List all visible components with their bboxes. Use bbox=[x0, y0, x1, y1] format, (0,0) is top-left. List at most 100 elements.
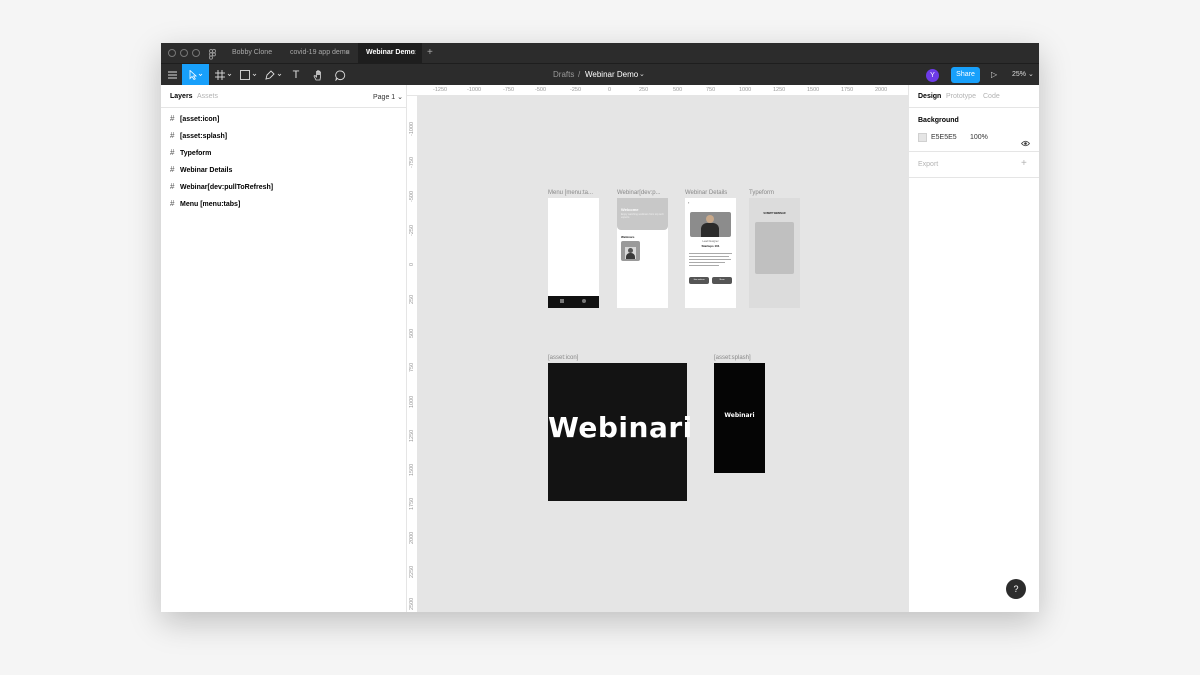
background-swatch[interactable] bbox=[918, 133, 927, 142]
ruler-tick: 750 bbox=[706, 87, 716, 93]
text-line bbox=[689, 253, 732, 254]
text-tool-button[interactable]: T bbox=[288, 64, 304, 86]
avatar[interactable]: Y bbox=[926, 69, 939, 82]
tab-code[interactable]: Code bbox=[983, 93, 1000, 100]
ruler-tick: 2250 bbox=[409, 565, 415, 578]
frame-label-webinar[interactable]: Webinar[dev:p... bbox=[617, 190, 661, 196]
breadcrumb-separator: / bbox=[578, 70, 581, 79]
new-tab-button[interactable]: + bbox=[427, 43, 433, 63]
comment-tool-button[interactable] bbox=[332, 64, 348, 86]
background-hex-input[interactable]: E5E5E5 bbox=[931, 134, 957, 141]
speaker-body bbox=[626, 253, 635, 259]
frame-icon: # bbox=[170, 199, 175, 208]
layer-item-asset-icon[interactable]: # [asset:icon] bbox=[170, 113, 219, 125]
hamburger-icon bbox=[167, 71, 177, 79]
frame-label-icon[interactable]: [asset:icon] bbox=[548, 355, 578, 361]
layer-label: [asset:splash] bbox=[180, 133, 228, 140]
speaker-face bbox=[706, 215, 714, 223]
tab-bobby-clone[interactable]: Bobby Clone bbox=[224, 43, 280, 63]
maximize-window-button[interactable] bbox=[192, 49, 200, 57]
frame-tool-button[interactable] bbox=[213, 64, 235, 86]
add-export-button[interactable]: + bbox=[1021, 158, 1027, 169]
frame-typeform[interactable]: SUBMIT WEBINAR bbox=[749, 198, 800, 308]
frame-asset-splash[interactable]: Webinari bbox=[714, 363, 765, 473]
ruler-tick: 1750 bbox=[409, 497, 415, 510]
help-button[interactable]: ? bbox=[1006, 579, 1026, 599]
ruler-tick: 500 bbox=[673, 87, 683, 93]
close-window-button[interactable] bbox=[168, 49, 176, 57]
app-logo-text: Webinari bbox=[548, 411, 693, 444]
frame-label-typeform[interactable]: Typeform bbox=[749, 190, 774, 196]
toolbar: T Drafts / Webinar Demo ⌄ Y Share ▷ 25% … bbox=[161, 63, 1039, 86]
present-button[interactable]: ▷ bbox=[991, 64, 997, 86]
frame-webinar[interactable]: Welcome Enjoy watching webinars from top… bbox=[617, 198, 668, 308]
share-webinar-button: Share bbox=[712, 277, 732, 284]
layer-item-menu-tabs[interactable]: # Menu [menu:tabs] bbox=[170, 198, 240, 210]
page-selector[interactable]: Page 1 ⌄ bbox=[373, 93, 403, 101]
frame-label-splash[interactable]: [asset:splash] bbox=[714, 355, 751, 361]
welcome-title: Welcome bbox=[621, 207, 639, 212]
ruler-tick: 1000 bbox=[739, 87, 752, 93]
background-opacity-input[interactable]: 100% bbox=[970, 134, 988, 141]
tab-prototype[interactable]: Prototype bbox=[946, 93, 976, 100]
ruler-tick: -500 bbox=[409, 190, 415, 202]
background-heading: Background bbox=[918, 117, 959, 124]
vertical-ruler: -1000 -750 -500 -250 0 250 500 750 1000 … bbox=[407, 96, 418, 612]
file-name[interactable]: Webinar Demo bbox=[585, 64, 638, 86]
ruler-tick: 1750 bbox=[841, 87, 854, 93]
close-tab-icon[interactable]: × bbox=[411, 43, 416, 63]
frame-asset-icon[interactable]: Webinari bbox=[548, 363, 693, 501]
frame-webinar-details[interactable]: ‹ Lead Designer Startups 101 Join webina… bbox=[685, 198, 736, 308]
ruler-tick: 0 bbox=[608, 87, 612, 93]
eye-icon[interactable] bbox=[1020, 134, 1031, 152]
ruler-tick: 250 bbox=[639, 87, 649, 93]
frame-label-menu[interactable]: Menu [menu:ta... bbox=[548, 190, 593, 196]
ruler-tick: 1250 bbox=[773, 87, 786, 93]
layer-label: Typeform bbox=[180, 150, 212, 157]
divider bbox=[909, 177, 1039, 178]
share-button[interactable]: Share bbox=[951, 67, 980, 83]
speaker-role: Lead Designer bbox=[702, 240, 719, 243]
speaker-photo bbox=[690, 212, 731, 237]
layer-item-typeform[interactable]: # Typeform bbox=[170, 147, 211, 159]
layer-item-asset-splash[interactable]: # [asset:splash] bbox=[170, 130, 227, 142]
frame-label-details[interactable]: Webinar Details bbox=[685, 190, 727, 196]
hand-tool-button[interactable] bbox=[310, 64, 326, 86]
close-tab-icon[interactable]: × bbox=[345, 43, 350, 63]
pen-tool-button[interactable] bbox=[263, 64, 285, 86]
ruler-tick: 750 bbox=[409, 362, 415, 372]
ruler-tick: -250 bbox=[409, 224, 415, 236]
minimize-window-button[interactable] bbox=[180, 49, 188, 57]
tab-layers[interactable]: Layers bbox=[170, 93, 193, 100]
ruler-tick: -1250 bbox=[433, 87, 448, 93]
zoom-menu[interactable]: 25% ⌄ bbox=[1012, 64, 1034, 86]
webinars-heading: Webinars bbox=[621, 235, 635, 239]
layer-label: Webinar Details bbox=[180, 167, 233, 174]
shape-tool-button[interactable] bbox=[238, 64, 260, 86]
move-tool-button[interactable] bbox=[182, 64, 209, 86]
layer-item-webinar-details[interactable]: # Webinar Details bbox=[170, 164, 232, 176]
layers-panel: Layers Assets Page 1 ⌄ # [asset:icon] # [a… bbox=[161, 85, 407, 612]
join-webinar-button: Join webinar bbox=[689, 277, 709, 284]
layer-label: [asset:icon] bbox=[180, 116, 220, 123]
chevron-down-icon[interactable]: ⌄ bbox=[639, 64, 645, 86]
text-line bbox=[689, 256, 729, 257]
ruler-tick: -750 bbox=[503, 87, 515, 93]
ruler-tick: -750 bbox=[409, 156, 415, 168]
divider bbox=[909, 151, 1039, 152]
tab-design[interactable]: Design bbox=[918, 93, 941, 100]
main-menu-button[interactable] bbox=[164, 64, 180, 86]
tab-webinar-demo[interactable]: Webinar Demo × bbox=[358, 43, 422, 63]
design-canvas[interactable]: Menu [menu:ta... Webinar[dev:p... Welcom… bbox=[418, 96, 908, 612]
frame-menu-tabs[interactable] bbox=[548, 198, 599, 308]
webinar-title: Startups 101 bbox=[701, 244, 720, 248]
comment-icon bbox=[334, 70, 345, 81]
webinar-card bbox=[621, 241, 640, 261]
tab-assets[interactable]: Assets bbox=[197, 93, 218, 100]
layer-item-webinar-pull[interactable]: # Webinar[dev:pullToRefresh] bbox=[170, 181, 273, 193]
ruler-tick: 0 bbox=[409, 262, 415, 266]
ruler-tick: 2000 bbox=[875, 87, 888, 93]
breadcrumb-drafts[interactable]: Drafts bbox=[553, 64, 574, 86]
tab-covid-app-demo[interactable]: covid-19 app demo × bbox=[282, 43, 356, 63]
back-arrow-icon: ‹ bbox=[688, 200, 690, 205]
